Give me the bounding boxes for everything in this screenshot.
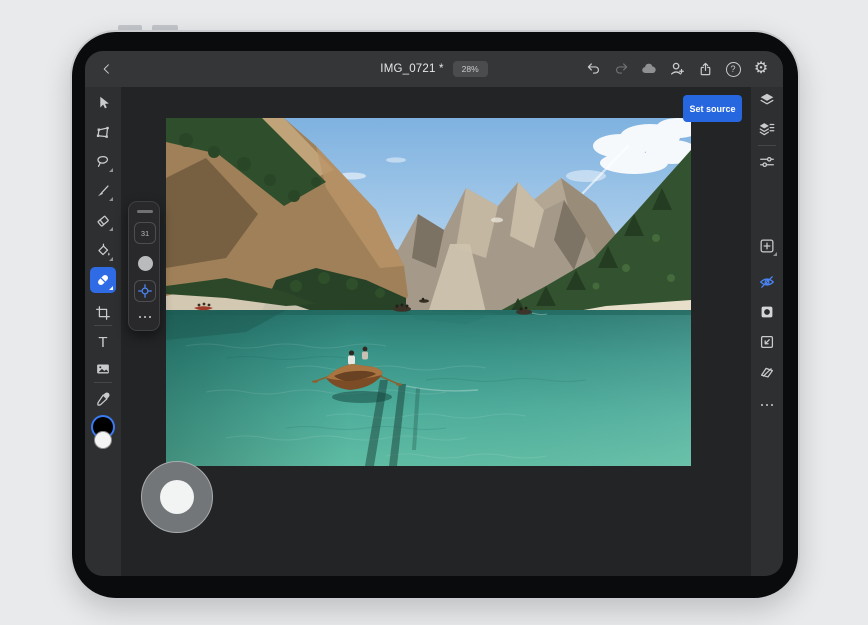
clone-source-button[interactable] <box>134 280 156 302</box>
share-button[interactable] <box>695 59 715 79</box>
tool-place-photo[interactable] <box>90 356 116 382</box>
undo-icon <box>585 61 602 78</box>
canvas-area[interactable]: Set source <box>121 87 751 576</box>
layers-button[interactable] <box>754 87 780 113</box>
type-tool-icon: T <box>98 334 107 351</box>
tool-fill[interactable] <box>90 238 116 264</box>
panel-drag-handle[interactable] <box>137 210 153 213</box>
layer-thumbnail-icon <box>758 303 776 321</box>
subtool-indicator <box>109 257 113 261</box>
eyedropper-icon <box>94 390 112 408</box>
layers-icon <box>758 91 776 109</box>
image-icon <box>94 360 112 378</box>
tool-lasso[interactable] <box>90 149 116 175</box>
subtool-indicator <box>773 252 777 256</box>
layer-properties-icon <box>758 120 776 138</box>
layer-mask-button[interactable] <box>754 359 780 385</box>
help-icon: ? <box>726 62 741 77</box>
tool-healing-brush[interactable] <box>90 267 116 293</box>
tool-move[interactable] <box>90 90 116 116</box>
taskbar-more-options-button[interactable] <box>754 392 780 418</box>
tool-transform[interactable] <box>90 120 116 146</box>
undo-button[interactable] <box>583 59 603 79</box>
layer-thumbnail-button[interactable] <box>754 299 780 325</box>
tool-type[interactable]: T <box>90 329 116 355</box>
visibility-off-eye-icon <box>758 273 776 291</box>
add-layer-button[interactable] <box>754 233 780 259</box>
photo-layer[interactable] <box>166 118 691 466</box>
chevron-left-icon <box>100 62 114 76</box>
top-bar-actions: ? ⚙ <box>583 51 771 87</box>
brush-size-button[interactable]: 31 <box>134 222 156 244</box>
background-color-chip[interactable] <box>94 431 112 449</box>
share-export-icon <box>697 61 714 78</box>
tool-eraser[interactable] <box>90 208 116 234</box>
layer-mask-icon <box>758 363 776 381</box>
layer-visibility-button[interactable] <box>754 269 780 295</box>
left-toolbar: T <box>85 87 121 576</box>
redo-icon <box>613 61 630 78</box>
app-screen: Set source IMG_0721 * 28% <box>85 51 783 576</box>
document-title: IMG_0721 * <box>380 63 443 75</box>
more-options-icon <box>129 316 161 319</box>
layer-properties-button[interactable] <box>754 116 780 142</box>
subtool-indicator <box>109 168 113 172</box>
brush-size-value: 31 <box>141 229 149 238</box>
top-bar: IMG_0721 * 28% <box>85 51 783 87</box>
brush-preview-button[interactable] <box>134 252 156 274</box>
clone-source-crosshair-icon <box>136 282 154 300</box>
tool-eyedropper[interactable] <box>90 386 116 412</box>
invite-people-button[interactable] <box>667 59 687 79</box>
gear-icon: ⚙ <box>754 61 768 77</box>
tool-brush[interactable] <box>90 178 116 204</box>
tablet-device: Set source IMG_0721 * 28% <box>70 30 800 600</box>
settings-button[interactable]: ⚙ <box>751 59 771 79</box>
back-button[interactable] <box>97 59 117 79</box>
person-add-icon <box>668 60 686 78</box>
move-cursor-icon <box>94 94 112 112</box>
brush-preview-icon <box>138 256 153 271</box>
adjustments-sliders-icon <box>758 153 776 171</box>
right-taskbar <box>751 87 783 576</box>
panel-more-options-button[interactable] <box>129 310 161 324</box>
tool-options-panel[interactable]: 31 <box>128 201 160 331</box>
crop-icon <box>94 304 112 322</box>
subtool-indicator <box>109 286 113 290</box>
desktop-background: Set source IMG_0721 * 28% <box>0 0 868 625</box>
taskbar-divider <box>758 145 776 146</box>
toolbar-divider <box>94 325 112 326</box>
touch-shortcut-control[interactable] <box>141 461 213 533</box>
transform-icon <box>94 124 112 142</box>
set-source-button[interactable]: Set source <box>683 95 742 122</box>
cloud-icon <box>640 60 658 78</box>
subtool-indicator <box>109 227 113 231</box>
clip-mask-button[interactable] <box>754 329 780 355</box>
tool-crop[interactable] <box>90 300 116 326</box>
cloud-sync-button[interactable] <box>639 59 659 79</box>
redo-button[interactable] <box>611 59 631 79</box>
more-options-icon <box>761 404 774 407</box>
zoom-level-badge[interactable]: 28% <box>453 61 488 77</box>
adjustments-button[interactable] <box>754 149 780 175</box>
clip-mask-icon <box>758 333 776 351</box>
help-button[interactable]: ? <box>723 59 743 79</box>
touch-shortcut-inner[interactable] <box>160 480 194 514</box>
toolbar-divider <box>94 382 112 383</box>
subtool-indicator <box>109 197 113 201</box>
